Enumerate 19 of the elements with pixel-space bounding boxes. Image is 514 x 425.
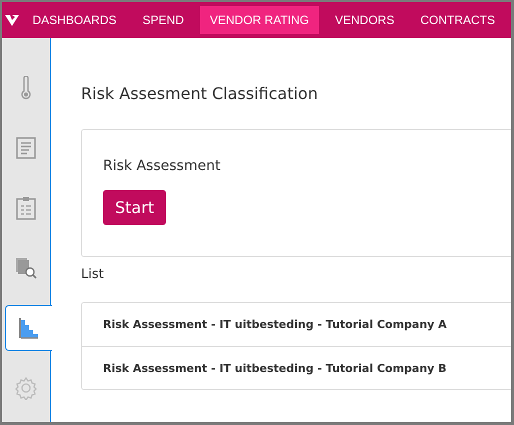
list-item[interactable]: Risk Assessment - IT uitbesteding - Tutorial Company A	[82, 303, 511, 346]
nav-tab[interactable]: VENDORS	[324, 6, 404, 34]
nav-tab[interactable]: DASHBOARDS	[22, 6, 127, 34]
logo-icon[interactable]	[4, 13, 20, 27]
thermometer-icon	[21, 76, 31, 100]
list-label: List	[81, 267, 105, 282]
settings-icon	[14, 376, 38, 400]
file-search-icon	[15, 257, 37, 279]
list-item[interactable]: Risk Assessment - IT uitbesteding - Tutorial Company B	[82, 346, 511, 389]
start-button[interactable]: Start	[103, 190, 166, 225]
nav-tab[interactable]: CONTRACTS	[410, 6, 505, 34]
nav-tab[interactable]: SPEND	[132, 6, 194, 34]
page-title: Risk Assesment Classification	[81, 84, 319, 103]
nav-tab[interactable]: VENDOR RATING	[200, 6, 319, 34]
clipboard-icon	[16, 196, 36, 220]
sidebar-tab[interactable]	[5, 305, 52, 351]
bar-chart-icon	[18, 317, 40, 339]
document-icon	[16, 137, 36, 159]
card-heading: Risk Assessment	[103, 158, 222, 174]
